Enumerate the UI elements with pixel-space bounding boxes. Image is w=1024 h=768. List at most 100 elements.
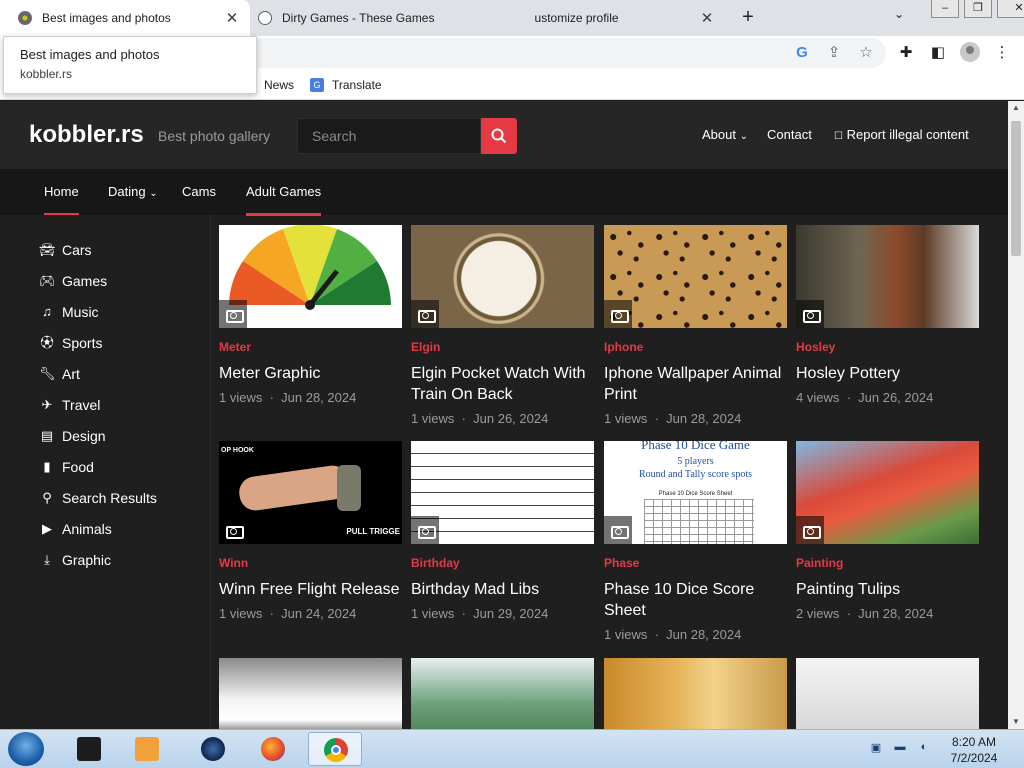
bookmark-translate[interactable]: G Translate xyxy=(310,78,382,92)
report-link[interactable]: ☐ Report illegal content xyxy=(834,127,969,142)
new-tab-plus-icon[interactable]: + xyxy=(736,5,760,29)
card-thumbnail[interactable] xyxy=(796,225,979,328)
sidebar-item-art[interactable]: 🔧︎ Art xyxy=(39,366,80,382)
file-icon: ▮ xyxy=(43,459,51,474)
card-title[interactable]: Meter Graphic xyxy=(219,363,402,384)
card-category[interactable]: Iphone xyxy=(604,340,787,354)
gallery-card[interactable]: Iphone Iphone Wallpaper Animal Print 1 v… xyxy=(604,225,787,426)
about-menu[interactable]: About ⌄ xyxy=(702,127,748,142)
close-tab-icon[interactable]: ✕ xyxy=(697,9,717,27)
card-thumbnail[interactable] xyxy=(604,225,787,328)
hover-card-title: Best images and photos xyxy=(20,47,160,62)
card-title[interactable]: Iphone Wallpaper Animal Print xyxy=(604,363,787,405)
site-tagline: Best photo gallery xyxy=(158,128,271,144)
google-lens-icon[interactable]: G xyxy=(792,43,812,63)
card-meta: 1 views · Jun 28, 2024 xyxy=(604,627,742,642)
card-title[interactable]: Hosley Pottery xyxy=(796,363,979,384)
tab-best-images[interactable]: Best images and photos ✕ xyxy=(0,0,250,36)
sidebar-item-sports[interactable]: ⚽︎ Sports xyxy=(39,335,102,351)
card-thumbnail[interactable] xyxy=(411,225,594,328)
bookmark-news[interactable]: News xyxy=(264,78,294,92)
download-icon: ⤓ xyxy=(44,552,50,567)
nav-dating[interactable]: Dating ⌄ xyxy=(108,184,158,199)
sidebar-item-animals[interactable]: ▶ Animals xyxy=(39,521,112,537)
bookmark-star-icon[interactable]: ☆ xyxy=(856,43,876,63)
card-category[interactable]: Elgin xyxy=(411,340,594,354)
start-button[interactable] xyxy=(8,732,44,766)
sidebar-item-travel[interactable]: ✈︎ Travel xyxy=(39,397,101,413)
card-category[interactable]: Hosley xyxy=(796,340,979,354)
sidebar-item-label: Design xyxy=(62,428,106,444)
sidebar-item-cars[interactable]: 🚘︎ Cars xyxy=(39,242,92,258)
restore-button[interactable]: ❐ xyxy=(964,0,992,18)
page-scrollbar[interactable]: ▲ ▼ xyxy=(1008,101,1024,729)
card-thumbnail[interactable] xyxy=(604,658,787,729)
contact-link[interactable]: Contact xyxy=(767,127,812,142)
browser-menu-icon[interactable]: ⋮ xyxy=(992,43,1012,63)
card-title[interactable]: Winn Free Flight Release xyxy=(219,579,402,600)
gallery-card[interactable] xyxy=(411,658,594,729)
taskbar-app-chrome[interactable] xyxy=(308,732,362,766)
card-thumbnail[interactable] xyxy=(219,225,402,328)
card-category[interactable]: Winn xyxy=(219,556,402,570)
nav-adult-games[interactable]: Adult Games xyxy=(246,184,322,216)
scroll-up-arrow-icon[interactable]: ▲ xyxy=(1008,101,1024,115)
site-logo[interactable]: kobbler.rs xyxy=(29,121,144,149)
extensions-puzzle-icon[interactable]: ✚ xyxy=(896,43,916,63)
volume-icon[interactable]: ◐ xyxy=(916,741,932,755)
gallery-card[interactable] xyxy=(796,658,979,729)
tab-dirty-games[interactable]: Dirty Games - These Games ustomize profi… xyxy=(250,0,725,36)
gallery-card[interactable]: Phase 10 Dice Game 5 players Round and T… xyxy=(604,441,787,642)
minimize-button[interactable]: – xyxy=(931,0,959,18)
gallery-card[interactable]: OP HOOK PULL TRIGGE Winn Winn Free Fligh… xyxy=(219,441,402,621)
card-title[interactable]: Birthday Mad Libs xyxy=(411,579,594,600)
close-tab-icon[interactable]: ✕ xyxy=(222,9,242,27)
card-category[interactable]: Birthday xyxy=(411,556,594,570)
window-close-button[interactable]: ✕ xyxy=(997,0,1024,18)
card-category[interactable]: Phase xyxy=(604,556,787,570)
card-title[interactable]: Painting Tulips xyxy=(796,579,979,600)
search-button[interactable] xyxy=(481,118,517,154)
network-icon[interactable]: ▬ xyxy=(892,741,908,755)
share-icon[interactable]: ⇪ xyxy=(824,43,844,63)
sidebar-item-games[interactable]: 🎮︎ Games xyxy=(39,273,107,289)
card-thumbnail[interactable] xyxy=(796,658,979,729)
profile-avatar-icon[interactable] xyxy=(960,42,980,62)
gallery-card[interactable]: Painting Painting Tulips 2 views · Jun 2… xyxy=(796,441,979,621)
sidebar-item-music[interactable]: ♫ Music xyxy=(39,304,98,320)
gallery-card[interactable]: Meter Meter Graphic 1 views · Jun 28, 20… xyxy=(219,225,402,405)
card-thumbnail[interactable] xyxy=(411,658,594,729)
tray-app-icon[interactable]: ▣ xyxy=(868,741,884,755)
card-category[interactable]: Meter xyxy=(219,340,402,354)
sidebar-item-design[interactable]: ▤ Design xyxy=(39,428,106,444)
card-thumbnail[interactable]: OP HOOK PULL TRIGGE xyxy=(219,441,402,544)
taskbar-app-terminal[interactable] xyxy=(62,732,116,766)
nav-cams[interactable]: Cams xyxy=(182,184,216,199)
gallery-card[interactable]: Birthday Birthday Mad Libs 1 views · Jun… xyxy=(411,441,594,621)
card-thumbnail[interactable]: Phase 10 Dice Game 5 players Round and T… xyxy=(604,441,787,544)
card-thumbnail[interactable] xyxy=(219,658,402,729)
side-panel-icon[interactable]: ◧ xyxy=(928,43,948,63)
card-category[interactable]: Painting xyxy=(796,556,979,570)
gallery-card[interactable]: Hosley Hosley Pottery 4 views · Jun 26, … xyxy=(796,225,979,405)
system-clock[interactable]: 8:20 AM 7/2/2024 xyxy=(944,734,1004,766)
scrollbar-thumb[interactable] xyxy=(1011,121,1021,256)
card-title[interactable]: Phase 10 Dice Score Sheet xyxy=(604,579,787,621)
taskbar-app-firefox[interactable] xyxy=(246,732,300,766)
gallery-card[interactable] xyxy=(604,658,787,729)
sidebar-item-food[interactable]: ▮ Food xyxy=(39,459,94,475)
gallery-card[interactable] xyxy=(219,658,402,729)
taskbar-app-globe[interactable] xyxy=(186,732,240,766)
sidebar-item-graphic[interactable]: ⤓ Graphic xyxy=(39,552,111,568)
tab-search-chevron-icon[interactable]: ⌄ xyxy=(894,7,904,21)
card-thumbnail[interactable] xyxy=(796,441,979,544)
taskbar-app-media[interactable] xyxy=(120,732,174,766)
card-thumbnail[interactable] xyxy=(411,441,594,544)
card-title[interactable]: Elgin Pocket Watch With Train On Back xyxy=(411,363,594,405)
search-input[interactable] xyxy=(297,118,481,154)
address-bar[interactable] xyxy=(240,38,886,68)
sidebar-item-search-results[interactable]: ⚲ Search Results xyxy=(39,490,157,506)
nav-home[interactable]: Home xyxy=(44,184,79,216)
scroll-down-arrow-icon[interactable]: ▼ xyxy=(1008,715,1024,729)
gallery-card[interactable]: Elgin Elgin Pocket Watch With Train On B… xyxy=(411,225,594,426)
